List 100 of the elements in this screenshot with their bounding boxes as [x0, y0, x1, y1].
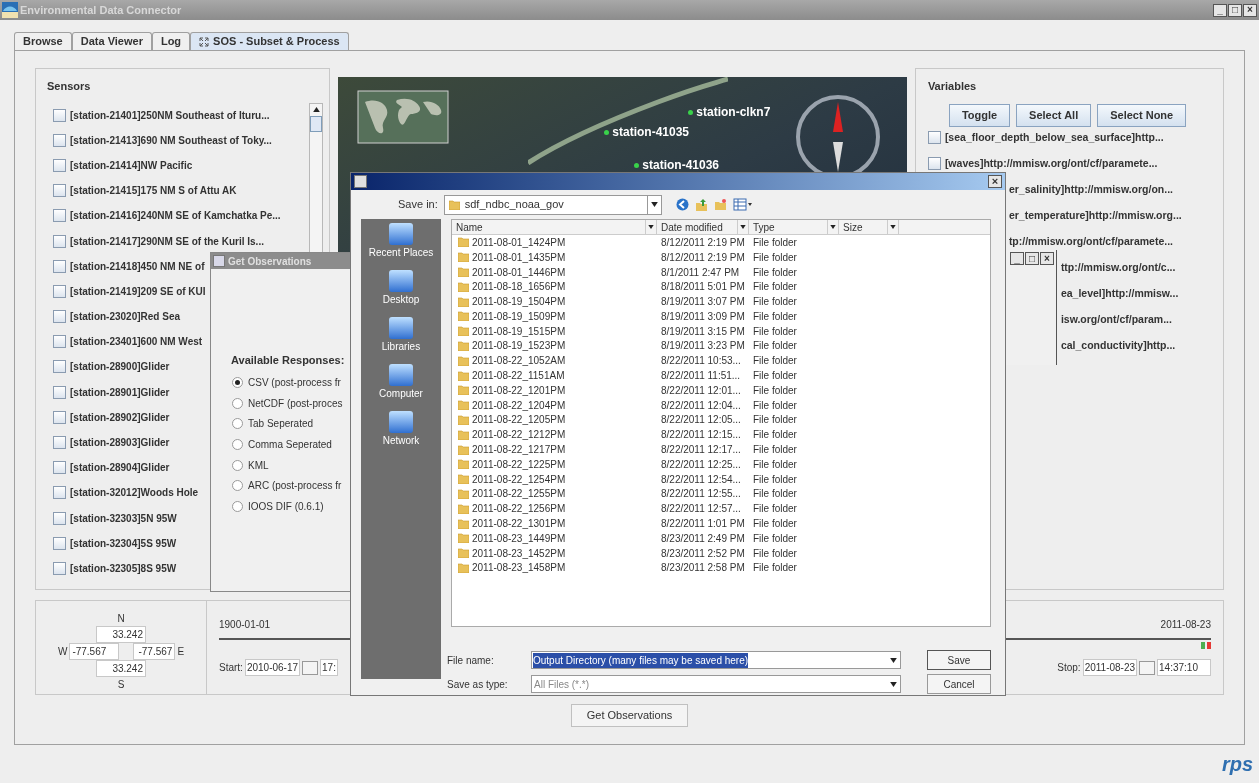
checkbox[interactable] — [53, 410, 66, 424]
place-icon[interactable] — [389, 223, 413, 245]
sensor-label[interactable]: [station-21401]250NM Southeast of Ituru... — [70, 107, 270, 123]
checkbox[interactable] — [53, 536, 66, 550]
caret-icon[interactable] — [648, 225, 654, 229]
place-icon[interactable] — [389, 364, 413, 386]
sensor-label[interactable]: [station-28904]Glider — [70, 460, 170, 476]
checkbox[interactable] — [53, 209, 66, 223]
tab[interactable]: Log — [151, 32, 191, 50]
variable-label[interactable]: isw.org/ont/cf/param... — [1060, 311, 1172, 328]
file-name-cell[interactable]: 2011-08-22_1205PM — [472, 412, 566, 428]
north-field[interactable]: 33.242 — [96, 626, 146, 643]
minimize-button[interactable]: _ — [1010, 252, 1024, 265]
file-name-cell[interactable]: 2011-08-23_1458PM — [472, 560, 566, 576]
radio-button[interactable] — [232, 480, 243, 492]
caret-icon[interactable] — [890, 225, 896, 229]
checkbox[interactable] — [53, 561, 66, 575]
caret-icon[interactable] — [890, 657, 897, 663]
file-name-cell[interactable]: 2011-08-19_1504PM — [472, 294, 566, 310]
station-marker-icon[interactable] — [634, 162, 640, 168]
stop-date-field[interactable]: 2011-08-23 — [1082, 659, 1138, 676]
file-type-dropdown[interactable]: All Files (*.*) — [531, 675, 901, 693]
radio-label[interactable]: Comma Seperated — [248, 437, 332, 453]
variable-label[interactable]: ea_level]http://mmisw... — [1060, 285, 1179, 302]
file-name-cell[interactable]: 2011-08-22_1052AM — [472, 353, 566, 369]
radio-label[interactable]: IOOS DIF (0.6.1) — [248, 498, 324, 514]
checkbox[interactable] — [53, 158, 66, 172]
column-header[interactable]: Name — [452, 220, 657, 234]
radio-label[interactable]: ARC (post-process fr — [248, 478, 342, 494]
file-name-cell[interactable]: 2011-08-01_1435PM — [472, 249, 566, 265]
save-button[interactable]: Save — [927, 650, 991, 670]
place-icon[interactable] — [389, 317, 413, 339]
cancel-button[interactable]: Cancel — [927, 674, 991, 694]
file-name-cell[interactable]: 2011-08-22_1212PM — [472, 427, 566, 443]
caret-icon[interactable] — [312, 107, 320, 112]
close-button[interactable]: × — [1040, 252, 1054, 265]
variable-label[interactable]: er_temperature]http://mmisw.org... — [1008, 207, 1182, 224]
radio-label[interactable]: NetCDF (post-proces — [248, 395, 343, 411]
sensor-label[interactable]: [station-32305]8S 95W — [70, 560, 177, 576]
place-icon[interactable] — [389, 411, 413, 433]
place-label[interactable]: Recent Places — [368, 245, 434, 260]
checkbox[interactable] — [53, 360, 66, 374]
file-name-cell[interactable]: 2011-08-22_1225PM — [472, 456, 566, 472]
file-name-cell[interactable]: 2011-08-22_1301PM — [472, 516, 566, 532]
sensor-label[interactable]: [station-21414]NW Pacific — [70, 157, 193, 173]
sensor-label[interactable]: [station-32304]5S 95W — [70, 535, 177, 551]
save-in-dropdown[interactable]: sdf_ndbc_noaa_gov — [443, 194, 662, 215]
radio-label[interactable]: KML — [248, 457, 269, 473]
radio-button[interactable] — [232, 377, 243, 389]
sensor-label[interactable]: [station-23020]Red Sea — [70, 309, 181, 325]
sensor-label[interactable]: [station-21416]240NM SE of Kamchatka Pe... — [70, 208, 281, 224]
radio-button[interactable] — [232, 397, 243, 409]
variable-label[interactable]: ttp://mmisw.org/ont/c... — [1060, 259, 1176, 276]
place-label[interactable]: Desktop — [382, 292, 420, 307]
file-name-cell[interactable]: 2011-08-22_1201PM — [472, 382, 566, 398]
checkbox[interactable] — [53, 335, 66, 349]
variable-label[interactable]: cal_conductivity]http... — [1060, 337, 1176, 354]
file-name-cell[interactable]: 2011-08-19_1509PM — [472, 308, 566, 324]
checkbox[interactable] — [53, 486, 66, 500]
file-name-cell[interactable]: 2011-08-01_1424PM — [472, 234, 566, 250]
checkbox[interactable] — [53, 133, 66, 147]
toolbar-button[interactable]: Select All — [1016, 103, 1092, 127]
file-name-cell[interactable]: 2011-08-18_1656PM — [472, 279, 566, 295]
toolbar-button[interactable]: Select None — [1097, 103, 1187, 127]
file-name-cell[interactable]: 2011-08-19_1523PM — [472, 338, 566, 354]
caret-icon[interactable] — [650, 202, 658, 208]
variable-label[interactable]: tp://mmisw.org/ont/cf/paramete... — [1008, 233, 1173, 250]
radio-label[interactable]: CSV (post-process fr — [248, 375, 341, 391]
get-observations-button[interactable]: Get Observations — [570, 704, 689, 727]
place-label[interactable]: Libraries — [381, 339, 421, 354]
checkbox[interactable] — [927, 157, 941, 170]
file-name-field[interactable]: Output Directory (many files may be saved here) — [531, 651, 901, 669]
sensor-label[interactable]: [station-32012]Woods Hole — [70, 485, 199, 501]
file-name-cell[interactable]: 2011-08-23_1449PM — [472, 530, 566, 546]
scrollbar-thumb[interactable] — [310, 115, 322, 132]
maximize-button[interactable]: □ — [1025, 252, 1039, 265]
sensor-label[interactable]: [station-28903]Glider — [70, 435, 170, 451]
checkbox[interactable] — [927, 131, 941, 144]
file-name-cell[interactable]: 2011-08-19_1515PM — [472, 323, 566, 339]
start-date-field[interactable]: 2010-06-17 — [244, 659, 301, 676]
station-marker-icon[interactable] — [688, 109, 694, 115]
place-icon[interactable] — [389, 270, 413, 292]
tab[interactable]: Browse — [14, 32, 72, 50]
south-field[interactable]: 33.242 — [96, 660, 146, 677]
variable-label[interactable]: [waves]http://mmisw.org/ont/cf/paramete... — [944, 155, 1158, 172]
stop-time-field[interactable]: 14:37:10 — [1157, 659, 1211, 676]
file-name-cell[interactable]: 2011-08-22_1217PM — [472, 442, 566, 458]
radio-button[interactable] — [232, 439, 243, 451]
file-name-cell[interactable]: 2011-08-22_1256PM — [472, 501, 566, 517]
maximize-button[interactable]: □ — [1228, 3, 1242, 17]
variable-label[interactable]: er_salinity]http://mmisw.org/on... — [1008, 181, 1173, 198]
checkbox[interactable] — [53, 108, 66, 122]
sensor-label[interactable]: [station-21413]690 NM Southeast of Toky... — [70, 132, 272, 148]
sensor-label[interactable]: [station-21418]450 NM NE of — [70, 258, 205, 274]
caret-icon[interactable] — [890, 681, 897, 687]
up-folder-icon[interactable] — [694, 198, 708, 212]
file-name-cell[interactable]: 2011-08-01_1446PM — [472, 264, 566, 280]
radio-button[interactable] — [232, 418, 243, 430]
variable-label[interactable]: [sea_floor_depth_below_sea_surface]http... — [944, 129, 1164, 146]
tab[interactable]: Data Viewer — [71, 32, 152, 50]
